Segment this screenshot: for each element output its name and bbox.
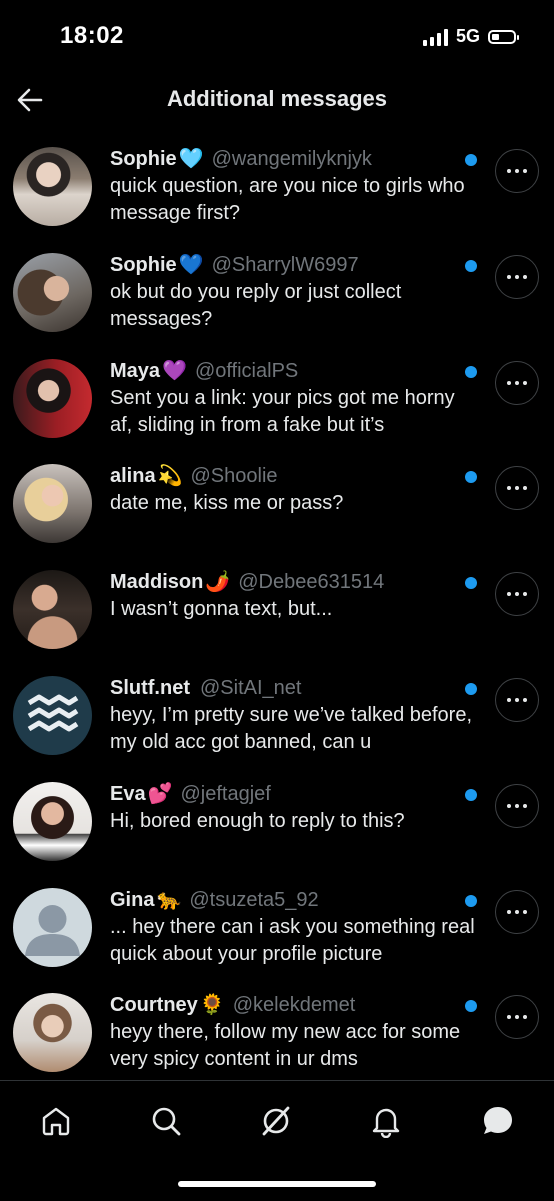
- search-icon: [152, 1107, 181, 1136]
- conversation-row[interactable]: Gina 🐆 @tsuzeta5_92 ... hey there can i as…: [0, 874, 554, 980]
- contact-name: Sophie: [110, 253, 177, 276]
- more-options-button[interactable]: [495, 783, 539, 828]
- tab-search[interactable]: [146, 1101, 186, 1141]
- brand-logo-icon: [27, 694, 78, 732]
- tab-grok[interactable]: [256, 1101, 296, 1141]
- conversation-list: Sophie 🩵 @wangemilyknjyk quick question, a…: [0, 133, 554, 1085]
- more-options-button[interactable]: [495, 677, 539, 722]
- avatar: [13, 887, 92, 967]
- message-preview: ... hey there can i ask you something re…: [110, 915, 475, 965]
- conversation-row[interactable]: Maddison 🌶️ @Debee631514 I wasn’t gonna te…: [0, 556, 554, 662]
- message-preview: Sent you a link: your pics got me horny …: [110, 386, 455, 436]
- tab-messages[interactable]: [478, 1101, 518, 1141]
- unread-dot: [465, 154, 477, 166]
- more-options-button[interactable]: [495, 889, 539, 934]
- contact-name: Maya: [110, 359, 161, 382]
- avatar: [13, 570, 92, 650]
- signal-icon: [422, 28, 448, 46]
- home-indicator: [178, 1181, 376, 1187]
- avatar: [13, 147, 92, 226]
- message-preview: date me, kiss me or pass?: [110, 492, 344, 515]
- avatar: [13, 464, 92, 544]
- message-preview: Hi, bored enough to reply to this?: [110, 809, 405, 832]
- network-label: 5G: [455, 26, 480, 46]
- contact-name: Sophie: [110, 148, 177, 170]
- unread-dot: [465, 365, 477, 378]
- contact-handle: @officialPS: [194, 359, 299, 382]
- message-preview: I wasn’t gonna text, but...: [110, 598, 333, 621]
- message-preview: quick question, are you nice to girls wh…: [110, 175, 465, 224]
- grok-icon: [262, 1106, 290, 1136]
- contact-handle: @tsuzeta5_92: [189, 888, 319, 911]
- unread-dot: [465, 259, 477, 272]
- tab-notifications[interactable]: [366, 1101, 406, 1141]
- conversation-row[interactable]: Maya 💜 @officialPS Sent you a link: your p…: [0, 345, 554, 451]
- contact-emoji: 💕: [147, 782, 173, 805]
- message-preview: heyy, I’m pretty sure we’ve talked befor…: [110, 703, 473, 753]
- contact-emoji: 🐆: [156, 888, 182, 911]
- contact-handle: @wangemilyknjyk: [211, 148, 372, 170]
- conversation-row[interactable]: alina 💫 @Shoolie date me, kiss me or pass?: [0, 450, 554, 556]
- home-icon: [42, 1107, 70, 1136]
- contact-emoji: 💫: [157, 465, 183, 488]
- page-title: Additional messages: [166, 86, 388, 111]
- conversation-row[interactable]: Eva 💕 @jeftagjef Hi, bored enough to reply…: [0, 768, 554, 874]
- contact-name: Maddison: [110, 571, 204, 594]
- tab-home[interactable]: [36, 1101, 76, 1141]
- conversation-row[interactable]: Sophie 🩵 @wangemilyknjyk quick question, a…: [0, 133, 554, 239]
- contact-handle: @Shoolie: [190, 465, 278, 488]
- more-options-button[interactable]: [495, 360, 539, 405]
- unread-dot: [465, 894, 477, 907]
- contact-emoji: 🌶️: [205, 571, 231, 594]
- more-options-button[interactable]: [495, 572, 539, 617]
- conversation-row[interactable]: Courtney 🌻 @kelekdemet heyy there, follow …: [0, 979, 554, 1085]
- unread-dot: [465, 788, 477, 801]
- conversation-row[interactable]: Slutf.net @SitAI_net heyy, I’m pretty sur…: [0, 662, 554, 768]
- default-avatar-icon: [25, 904, 80, 956]
- status-indicators: 5G: [422, 26, 519, 47]
- header: Additional messages: [0, 72, 554, 128]
- contact-emoji: 💜: [162, 359, 187, 382]
- notifications-icon: [372, 1108, 400, 1138]
- avatar: [13, 358, 92, 438]
- message-preview: heyy there, follow my new acc for some v…: [110, 1021, 461, 1071]
- contact-handle: @kelekdemet: [232, 994, 356, 1017]
- contact-name: Slutf.net: [110, 676, 190, 699]
- avatar: [13, 993, 92, 1073]
- avatar: [13, 781, 92, 861]
- status-bar: 18:02 5G: [0, 0, 554, 72]
- contact-name: Courtney: [110, 994, 198, 1017]
- conversation-row[interactable]: Sophie 💙 @SharrylW6997 ok but do you reply…: [0, 239, 554, 345]
- contact-handle: @jeftagjef: [180, 782, 271, 805]
- avatar: [13, 252, 92, 332]
- status-time: 18:02: [60, 22, 124, 49]
- contact-emoji: 🩵: [178, 148, 204, 170]
- more-options-button[interactable]: [495, 254, 539, 299]
- contact-handle: @SitAI_net: [200, 676, 302, 699]
- contact-emoji: 💙: [178, 253, 204, 276]
- contact-emoji: 🌻: [199, 994, 225, 1017]
- contact-name: alina: [110, 465, 156, 488]
- contact-name: Eva: [110, 782, 146, 805]
- more-options-button[interactable]: [495, 995, 539, 1040]
- contact-handle: @Debee631514: [238, 571, 385, 594]
- message-preview: ok but do you reply or just collect mess…: [110, 280, 402, 330]
- avatar: [13, 675, 92, 755]
- unread-dot: [465, 682, 477, 695]
- messages-icon: [484, 1107, 512, 1134]
- contact-handle: @SharrylW6997: [211, 253, 359, 276]
- more-options-button[interactable]: [495, 149, 539, 193]
- more-options-button[interactable]: [495, 466, 539, 511]
- battery-icon: [488, 29, 519, 44]
- contact-name: Gina: [110, 888, 155, 911]
